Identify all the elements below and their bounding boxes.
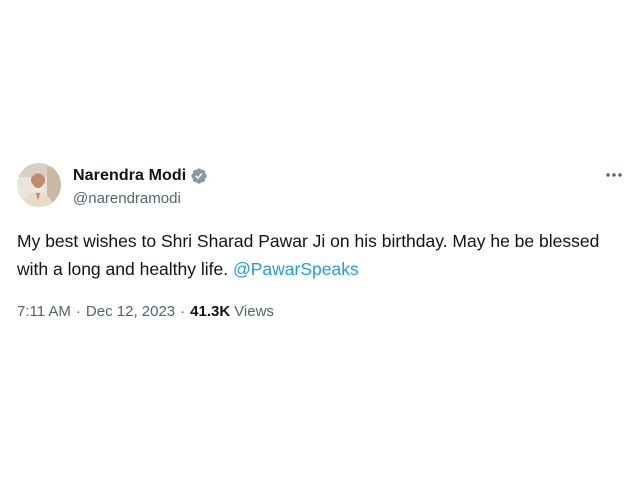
avatar[interactable] bbox=[17, 163, 61, 207]
tweet-text: My best wishes to Shri Sharad Pawar Ji o… bbox=[17, 227, 617, 283]
meta-separator: · bbox=[75, 302, 81, 320]
author-handle[interactable]: @narendramodi bbox=[73, 190, 181, 207]
more-options-button[interactable] bbox=[600, 164, 628, 186]
verified-badge-icon[interactable] bbox=[190, 167, 208, 185]
author-display-name[interactable]: Narendra Modi bbox=[73, 167, 186, 185]
tweet-time[interactable]: 7:11 AM bbox=[17, 303, 71, 320]
mention-link[interactable]: @PawarSpeaks bbox=[233, 259, 359, 279]
meta-separator: · bbox=[180, 302, 186, 320]
tweet-date[interactable]: Dec 12, 2023 bbox=[86, 303, 175, 320]
more-horizontal-icon bbox=[606, 173, 622, 177]
author-name-row: Narendra Modi bbox=[73, 165, 208, 187]
views-count[interactable]: 41.3K bbox=[190, 303, 230, 320]
views-label: Views bbox=[234, 302, 274, 320]
avatar-image bbox=[17, 163, 61, 207]
tweet-meta: 7:11 AM · Dec 12, 2023 · 41.3K Views bbox=[17, 301, 274, 321]
tweet-card: Narendra Modi @narendramodi My best wish… bbox=[0, 0, 640, 480]
